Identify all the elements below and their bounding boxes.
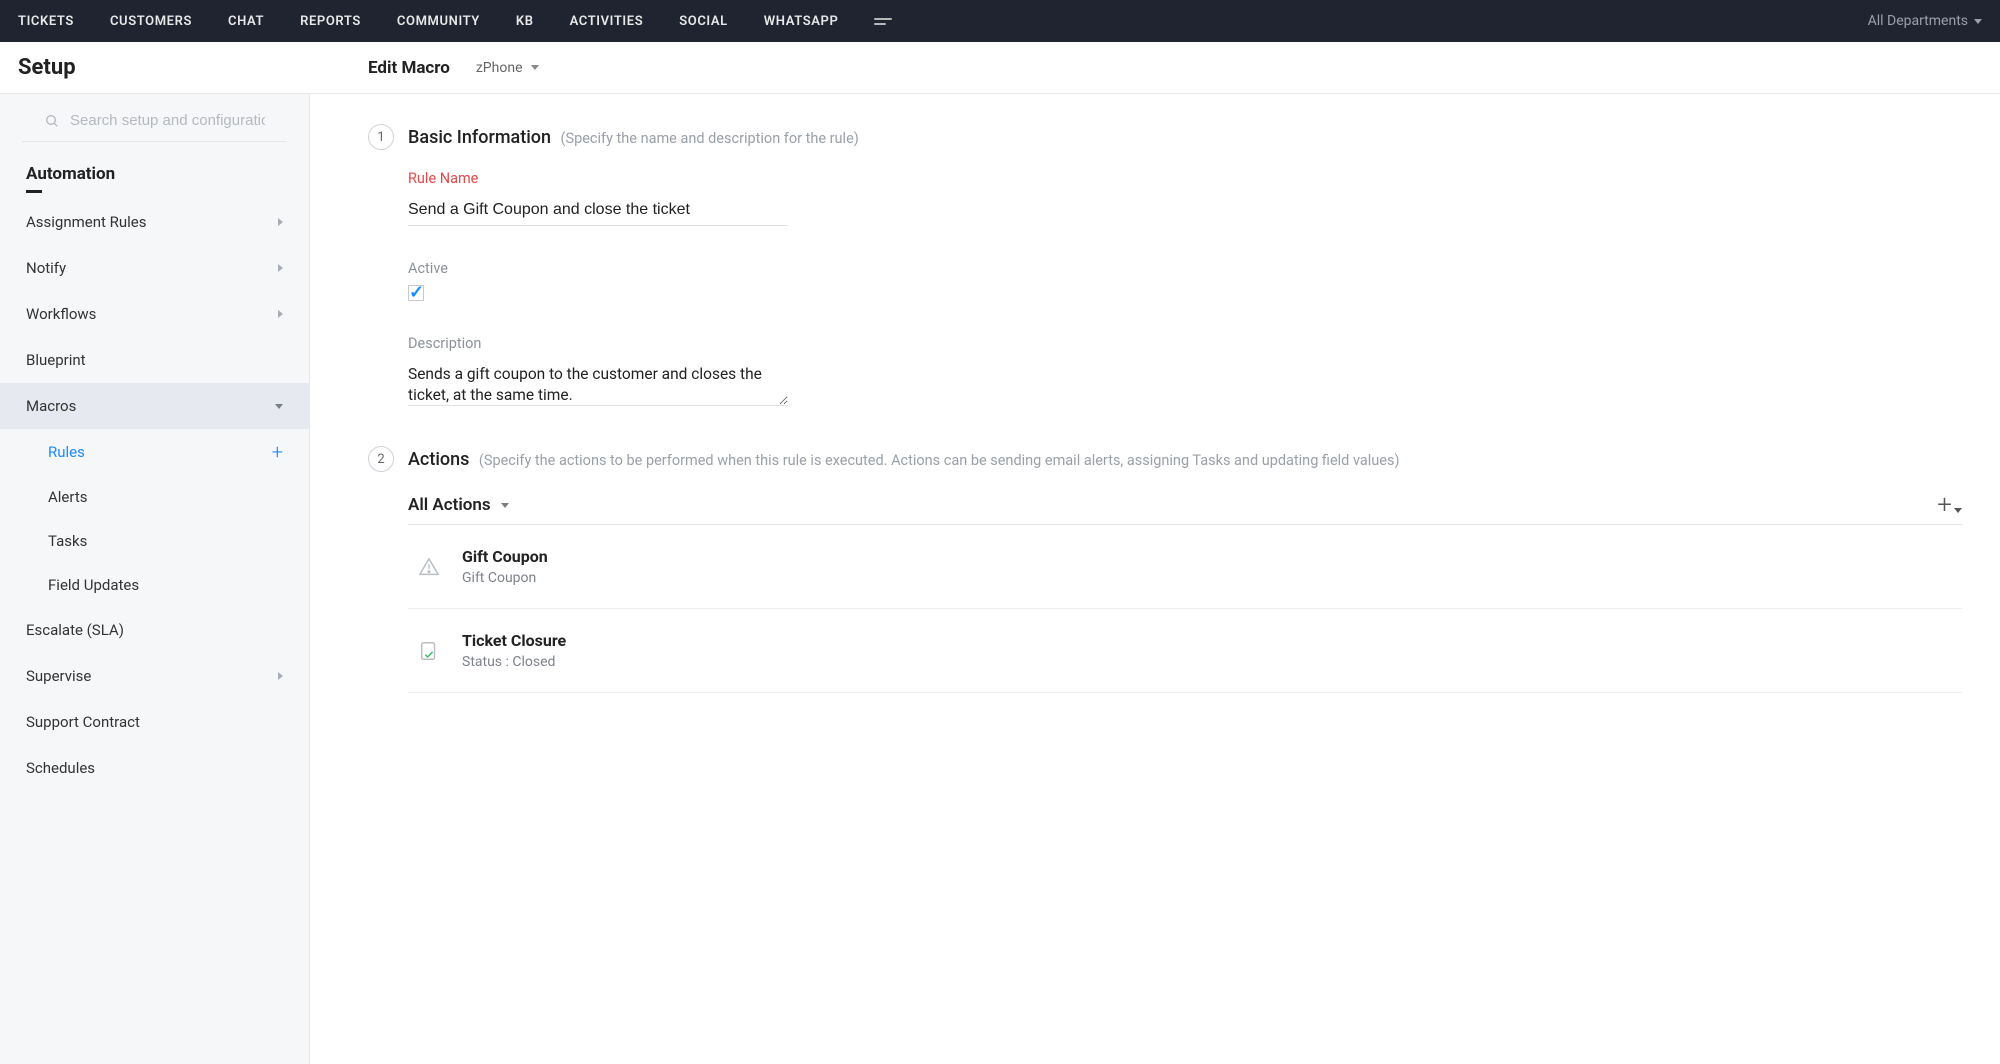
nav-reports[interactable]: REPORTS xyxy=(300,14,361,29)
chevron-down-icon xyxy=(275,404,283,409)
sidebar: Automation Assignment Rules Notify Workf… xyxy=(0,94,310,1064)
field-rule-name: Rule Name xyxy=(408,170,1970,226)
field-active: Active ✓ xyxy=(408,260,1970,301)
chevron-right-icon xyxy=(278,310,283,318)
action-title: Ticket Closure xyxy=(462,631,566,650)
actions-filter-label: All Actions xyxy=(408,495,491,515)
sidebar-item-label: Blueprint xyxy=(26,351,86,369)
nav-tickets[interactable]: TICKETS xyxy=(18,14,74,29)
sidebar-item-workflows[interactable]: Workflows xyxy=(0,291,309,337)
field-update-icon xyxy=(416,638,442,664)
chevron-down-icon xyxy=(1974,19,1982,24)
sidebar-item-assignment-rules[interactable]: Assignment Rules xyxy=(0,199,309,245)
nav-customers[interactable]: CUSTOMERS xyxy=(110,14,192,29)
action-row[interactable]: Ticket Closure Status : Closed xyxy=(408,609,1962,693)
actions-list: Gift Coupon Gift Coupon Ticket Closure S… xyxy=(408,524,1962,693)
sidebar-subitem-field-updates[interactable]: Field Updates xyxy=(0,563,309,607)
add-action-button[interactable]: + xyxy=(1937,492,1962,518)
description-label: Description xyxy=(408,335,1970,352)
sidebar-item-label: Workflows xyxy=(26,305,96,323)
sidebar-subitem-label: Alerts xyxy=(48,488,88,506)
sidebar-subitem-tasks[interactable]: Tasks xyxy=(0,519,309,563)
sidebar-item-label: Notify xyxy=(26,259,66,277)
nav-department-label: All Departments xyxy=(1868,13,1968,29)
nav-social[interactable]: SOCIAL xyxy=(679,14,728,29)
section-head: 2 Actions (Specify the actions to be per… xyxy=(368,446,1970,472)
section-title: Basic Information xyxy=(408,127,551,148)
sidebar-item-label: Assignment Rules xyxy=(26,213,147,231)
sidebar-item-label: Schedules xyxy=(26,759,95,777)
section-hint: (Specify the actions to be performed whe… xyxy=(479,452,1400,469)
page-header: Setup Edit Macro zPhone xyxy=(0,42,2000,94)
action-title: Gift Coupon xyxy=(462,547,548,566)
step-number: 2 xyxy=(368,446,394,472)
sidebar-macros-children: Rules + Alerts Tasks Field Updates xyxy=(0,429,309,607)
department-selector[interactable]: zPhone xyxy=(476,60,539,76)
section-actions: 2 Actions (Specify the actions to be per… xyxy=(368,446,1970,693)
description-textarea[interactable] xyxy=(408,360,788,406)
sidebar-subitem-label: Tasks xyxy=(48,532,87,550)
nav-kb[interactable]: KB xyxy=(516,14,534,29)
section-basic-information: 1 Basic Information (Specify the name an… xyxy=(368,124,1970,410)
sidebar-item-supervise[interactable]: Supervise xyxy=(0,653,309,699)
nav-chat[interactable]: CHAT xyxy=(228,14,264,29)
department-label: zPhone xyxy=(476,60,523,76)
body: Automation Assignment Rules Notify Workf… xyxy=(0,94,2000,1064)
action-row[interactable]: Gift Coupon Gift Coupon xyxy=(408,525,1962,609)
setup-title: Setup xyxy=(18,55,310,80)
section-hint: (Specify the name and description for th… xyxy=(561,130,859,147)
nav-more-icon[interactable] xyxy=(874,14,892,29)
search-icon xyxy=(44,113,60,129)
top-nav-items: TICKETS CUSTOMERS CHAT REPORTS COMMUNITY… xyxy=(18,14,1868,29)
action-subtitle: Status : Closed xyxy=(462,654,566,670)
sidebar-item-support-contract[interactable]: Support Contract xyxy=(0,699,309,745)
rule-name-label: Rule Name xyxy=(408,170,1970,187)
add-rule-icon[interactable]: + xyxy=(272,442,283,462)
sidebar-item-label: Escalate (SLA) xyxy=(26,621,124,639)
nav-activities[interactable]: ACTIVITIES xyxy=(570,14,644,29)
sidebar-group-automation: Automation xyxy=(0,142,309,190)
sidebar-subitem-alerts[interactable]: Alerts xyxy=(0,475,309,519)
alert-icon xyxy=(416,554,442,580)
action-subtitle: Gift Coupon xyxy=(462,570,548,586)
sidebar-item-schedules[interactable]: Schedules xyxy=(0,745,309,791)
section-head: 1 Basic Information (Specify the name an… xyxy=(368,124,1970,150)
actions-filter-dropdown[interactable]: All Actions xyxy=(408,495,509,515)
section-title: Actions xyxy=(408,449,469,470)
sidebar-item-macros[interactable]: Macros xyxy=(0,383,309,429)
active-checkbox[interactable]: ✓ xyxy=(408,285,424,301)
sidebar-item-blueprint[interactable]: Blueprint xyxy=(0,337,309,383)
group-underline xyxy=(26,190,42,193)
nav-community[interactable]: COMMUNITY xyxy=(397,14,480,29)
active-label: Active xyxy=(408,260,1970,277)
chevron-right-icon xyxy=(278,672,283,680)
nav-whatsapp[interactable]: WHATSAPP xyxy=(764,14,839,29)
sidebar-item-notify[interactable]: Notify xyxy=(0,245,309,291)
actions-toolbar: All Actions + xyxy=(408,492,1962,518)
plus-icon: + xyxy=(1937,492,1952,518)
chevron-down-icon xyxy=(501,503,509,508)
page-title: Edit Macro xyxy=(368,58,450,78)
chevron-down-icon xyxy=(1954,508,1962,513)
sidebar-subitem-rules[interactable]: Rules + xyxy=(0,429,309,475)
chevron-down-icon xyxy=(531,65,539,70)
sidebar-item-label: Supervise xyxy=(26,667,91,685)
search-wrapper xyxy=(22,94,287,142)
sidebar-subitem-label: Rules xyxy=(48,443,85,461)
field-description: Description xyxy=(408,335,1970,410)
sidebar-item-escalate-sla[interactable]: Escalate (SLA) xyxy=(0,607,309,653)
step-number: 1 xyxy=(368,124,394,150)
main-content: 1 Basic Information (Specify the name an… xyxy=(310,94,2000,1064)
chevron-right-icon xyxy=(278,218,283,226)
top-nav: TICKETS CUSTOMERS CHAT REPORTS COMMUNITY… xyxy=(0,0,2000,42)
search-input[interactable] xyxy=(70,112,265,129)
sidebar-subitem-label: Field Updates xyxy=(48,576,139,594)
sidebar-item-label: Support Contract xyxy=(26,713,140,731)
sidebar-item-label: Macros xyxy=(26,397,76,415)
nav-department-selector[interactable]: All Departments xyxy=(1868,13,1982,29)
rule-name-input[interactable] xyxy=(408,195,788,226)
checkmark-icon: ✓ xyxy=(409,282,424,303)
chevron-right-icon xyxy=(278,264,283,272)
